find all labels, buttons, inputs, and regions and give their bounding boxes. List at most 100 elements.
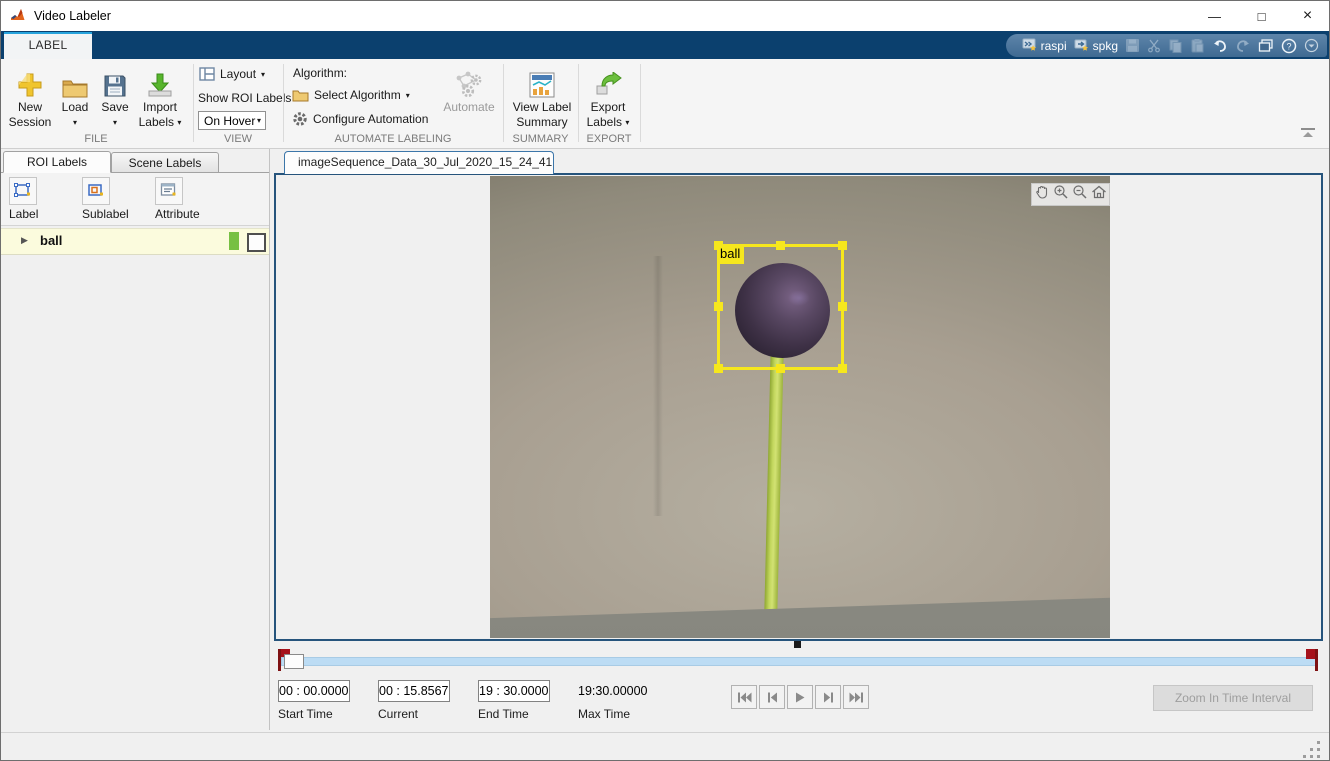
define-attribute-button[interactable]: Attribute [155, 177, 200, 221]
titlebar: Video Labeler — □ × [1, 1, 1329, 31]
show-roi-labels-dropdown[interactable]: On Hover ▾ [198, 111, 266, 130]
timeline-track[interactable] [281, 657, 1317, 666]
bbox-handle-s[interactable] [776, 364, 785, 373]
import-labels-button[interactable]: Import Labels ▾ [133, 62, 187, 130]
maximize-button[interactable]: □ [1238, 1, 1285, 31]
qat-save-button [1125, 38, 1140, 53]
configure-automation-button[interactable]: Configure Automation [292, 111, 428, 127]
divider [193, 64, 194, 142]
tab-label[interactable]: LABEL [4, 32, 92, 59]
bbox-handle-n[interactable] [776, 241, 785, 250]
zoom-out-button[interactable] [1072, 184, 1088, 205]
section-summary: SUMMARY [503, 133, 578, 145]
quick-access-toolbar: raspi spkg [1006, 34, 1327, 57]
minimize-button[interactable]: — [1191, 1, 1238, 31]
select-algorithm-button[interactable]: Select Algorithm ▾ [292, 88, 410, 102]
roi-label-item-ball[interactable]: ▶ ball [1, 228, 269, 255]
undo-icon [1212, 38, 1228, 53]
section-automate-labeling: AUTOMATE LABELING [283, 133, 503, 145]
rectangle-roi-type-icon [247, 233, 266, 252]
max-time-value: 19:30.00000 [578, 684, 648, 698]
tab-roi-labels[interactable]: ROI Labels [3, 151, 111, 173]
previous-frame-button[interactable] [759, 685, 785, 709]
spkg-shortcut-button[interactable]: spkg [1074, 38, 1118, 53]
play-icon [795, 692, 805, 703]
play-button[interactable] [787, 685, 813, 709]
export-labels-button[interactable]: Export Labels ▾ [582, 62, 634, 130]
windows-icon [1258, 38, 1274, 53]
video-display-panel: ball [274, 173, 1323, 641]
layout-caret-icon: ▾ [261, 70, 265, 79]
raspi-icon [1022, 38, 1038, 53]
roi-labels-toolbar: Label Sublabel Attribute [1, 173, 269, 226]
matlab-logo-icon [10, 7, 27, 24]
current-time-field[interactable] [378, 680, 450, 702]
qat-help-button[interactable]: ? [1281, 38, 1297, 54]
qat-cut-button [1147, 38, 1161, 53]
qat-layout-windows-button[interactable] [1258, 38, 1274, 53]
pan-hand-button[interactable] [1034, 184, 1050, 205]
layout-button[interactable]: Layout ▾ [199, 67, 265, 81]
roi-bounding-box[interactable]: ball [717, 244, 844, 370]
image-zoom-toolbar [1031, 183, 1110, 206]
ribbon-tab-band: LABEL raspi spkg [1, 31, 1329, 59]
interval-end-flag[interactable] [1315, 649, 1318, 671]
collapse-ribbon-icon [1299, 127, 1317, 139]
save-button[interactable]: Save ▾ [97, 62, 133, 130]
raspi-shortcut-button[interactable]: raspi [1022, 38, 1067, 53]
start-time-field[interactable] [278, 680, 350, 702]
bbox-handle-ne[interactable] [838, 241, 847, 250]
interval-end-flag-cloth [1306, 649, 1315, 659]
redo-icon [1235, 38, 1251, 53]
home-view-button[interactable] [1091, 184, 1107, 205]
close-button[interactable]: × [1284, 1, 1330, 31]
divider [503, 64, 504, 142]
previous-frame-icon [767, 692, 778, 703]
spkg-label: spkg [1093, 39, 1118, 53]
export-labels-icon [582, 62, 634, 100]
start-time-label: Start Time [278, 707, 333, 721]
zoom-in-button[interactable] [1053, 184, 1069, 205]
qat-redo-button [1235, 38, 1251, 53]
save-caret-icon: ▾ [113, 118, 117, 127]
qat-dropdown-button[interactable] [1304, 38, 1319, 53]
select-algorithm-folder-icon [292, 88, 309, 102]
bbox-handle-sw[interactable] [714, 364, 723, 373]
maximize-icon: □ [1258, 9, 1266, 24]
first-frame-button[interactable] [731, 685, 757, 709]
next-frame-button[interactable] [815, 685, 841, 709]
bbox-handle-se[interactable] [838, 364, 847, 373]
video-frame[interactable]: ball [490, 176, 1110, 638]
copy-icon [1168, 38, 1183, 53]
spkg-icon [1074, 38, 1090, 53]
collapse-ribbon-button[interactable] [1299, 126, 1317, 144]
save-ribbon-icon [97, 62, 133, 100]
layout-icon [199, 67, 215, 81]
roi-tag-label: ball [717, 244, 744, 264]
save-icon [1125, 38, 1140, 53]
load-button[interactable]: Load ▾ [55, 62, 95, 130]
qat-undo-button[interactable] [1212, 38, 1228, 53]
automate-icon [439, 62, 499, 100]
define-label-button[interactable]: Label [9, 177, 38, 221]
define-sublabel-button[interactable]: Sublabel [82, 177, 129, 221]
panel-splitter-handle[interactable] [794, 641, 801, 648]
label-roi-icon [9, 177, 37, 205]
view-label-summary-button[interactable]: View Label Summary [509, 62, 575, 130]
expander-icon[interactable]: ▶ [21, 235, 28, 246]
bbox-handle-w[interactable] [714, 302, 723, 311]
divider [640, 64, 641, 142]
raspi-label: raspi [1041, 39, 1067, 53]
max-time-label: Max Time [578, 707, 630, 721]
cut-icon [1147, 38, 1161, 53]
new-session-button[interactable]: New Session [7, 62, 53, 130]
document-tab[interactable]: imageSequence_Data_30_Jul_2020_15_24_41 [284, 151, 554, 174]
last-frame-button[interactable] [843, 685, 869, 709]
timeline-scrubber[interactable] [284, 654, 304, 669]
end-time-label: End Time [478, 707, 529, 721]
bbox-handle-e[interactable] [838, 302, 847, 311]
end-time-field[interactable] [478, 680, 550, 702]
current-time-label: Current [378, 707, 418, 721]
tab-scene-labels[interactable]: Scene Labels [111, 152, 219, 173]
help-icon: ? [1281, 38, 1297, 54]
